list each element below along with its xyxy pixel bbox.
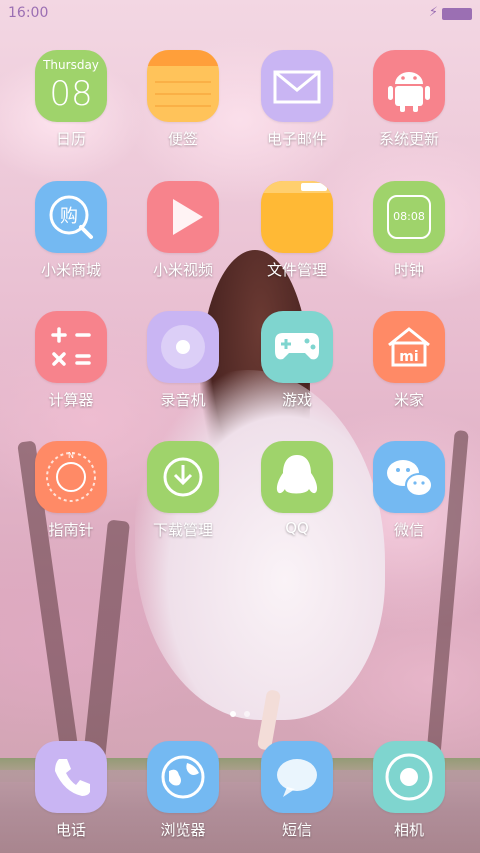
- app-label: 下载管理: [152, 521, 213, 539]
- compass-icon[interactable]: N: [35, 441, 107, 513]
- status-time: 16:00: [8, 5, 49, 21]
- app-mi-store[interactable]: 购小米商城: [19, 181, 123, 280]
- status-bar: 16:00 ⚡: [0, 0, 480, 28]
- app-clock[interactable]: 08:08 时钟: [357, 181, 461, 280]
- app-label: 小米视频: [152, 261, 213, 279]
- app-calendar[interactable]: Thursday 08 日历: [19, 50, 123, 149]
- svg-text:mi: mi: [399, 349, 418, 365]
- phone-icon[interactable]: [35, 741, 107, 813]
- calendar-day-number: 08: [49, 74, 93, 114]
- app-label: 电子邮件: [266, 130, 327, 148]
- app-mi-home[interactable]: mi 米家: [357, 311, 461, 410]
- home-icon[interactable]: mi: [373, 311, 445, 383]
- app-label: 指南针: [48, 521, 94, 539]
- notes-icon[interactable]: [147, 50, 219, 122]
- folder-icon[interactable]: [261, 181, 333, 253]
- gamepad-icon[interactable]: [261, 311, 333, 383]
- app-compass[interactable]: N 指南针: [19, 441, 123, 540]
- play-icon[interactable]: [147, 181, 219, 253]
- svg-text:N: N: [68, 451, 74, 460]
- app-label: 微信: [393, 521, 424, 539]
- app-label: 系统更新: [378, 130, 439, 148]
- app-mi-video[interactable]: 小米视频: [131, 181, 235, 280]
- app-label: 时钟: [393, 261, 424, 279]
- calculator-icon[interactable]: [35, 311, 107, 383]
- record-icon[interactable]: [147, 311, 219, 383]
- app-games[interactable]: 游戏: [245, 311, 349, 410]
- app-phone[interactable]: 电话: [19, 741, 123, 840]
- penguin-icon[interactable]: [261, 441, 333, 513]
- bolt-icon: ⚡: [428, 5, 438, 20]
- app-label: 录音机: [160, 391, 206, 409]
- app-label: 便签: [167, 130, 198, 148]
- app-label: 浏览器: [160, 821, 206, 839]
- download-icon[interactable]: [147, 441, 219, 513]
- app-label: 游戏: [281, 391, 312, 409]
- app-calculator[interactable]: 计算器: [19, 311, 123, 410]
- app-label: 电话: [55, 821, 86, 839]
- app-label: 日历: [55, 130, 86, 148]
- svg-text:购: 购: [60, 206, 78, 227]
- app-label: 小米商城: [40, 261, 101, 279]
- app-label: 相机: [393, 821, 424, 839]
- shopping-icon[interactable]: 购: [35, 181, 107, 253]
- clock-widget-time: 08:08: [387, 195, 431, 239]
- app-browser[interactable]: 浏览器: [131, 741, 235, 840]
- app-email[interactable]: 电子邮件: [245, 50, 349, 149]
- app-label: QQ: [285, 519, 309, 537]
- chat-bubbles-icon[interactable]: [373, 441, 445, 513]
- calendar-day-name: Thursday: [43, 58, 99, 72]
- camera-icon[interactable]: [373, 741, 445, 813]
- app-qq[interactable]: QQ: [245, 441, 349, 537]
- globe-icon[interactable]: [147, 741, 219, 813]
- app-downloads[interactable]: 下载管理: [131, 441, 235, 540]
- app-label: 米家: [393, 391, 424, 409]
- app-wechat[interactable]: 微信: [357, 441, 461, 540]
- clock-icon[interactable]: 08:08: [373, 181, 445, 253]
- page-indicator: [0, 702, 480, 721]
- page-dot[interactable]: [230, 711, 236, 717]
- app-label: 计算器: [48, 391, 94, 409]
- calendar-icon[interactable]: Thursday 08: [35, 50, 107, 122]
- app-messages[interactable]: 短信: [245, 741, 349, 840]
- app-notes[interactable]: 便签: [131, 50, 235, 149]
- app-system-update[interactable]: 系统更新: [357, 50, 461, 149]
- app-camera[interactable]: 相机: [357, 741, 461, 840]
- android-icon[interactable]: [373, 50, 445, 122]
- app-file-manager[interactable]: 文件管理: [245, 181, 349, 280]
- battery-icon: [442, 8, 472, 20]
- app-label: 短信: [281, 821, 312, 839]
- app-recorder[interactable]: 录音机: [131, 311, 235, 410]
- envelope-icon[interactable]: [261, 50, 333, 122]
- message-icon[interactable]: [261, 741, 333, 813]
- page-dot[interactable]: [244, 711, 250, 717]
- app-label: 文件管理: [266, 261, 327, 279]
